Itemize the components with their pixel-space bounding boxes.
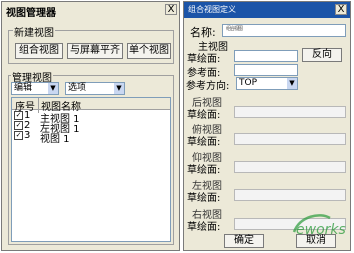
table-row[interactable]: ✓ 1 主视图 1	[12, 110, 170, 125]
new-view-group: 新建视图 组合视图 与屏幕平齐 单个视图	[8, 24, 174, 64]
close-button[interactable]: X	[165, 4, 177, 15]
options-combo-value: 选项	[68, 83, 87, 93]
close-button[interactable]: X	[335, 4, 347, 15]
view-manager-title: 视图管理器	[6, 8, 56, 19]
left-sketch-label: 草绘面:	[187, 193, 221, 204]
chevron-down-icon: ▼	[287, 78, 297, 89]
eworks-logo-icon: eworks	[292, 214, 346, 238]
name-input-value: 组合视图	[226, 26, 243, 32]
row-checkbox[interactable]: ✓	[14, 111, 23, 120]
row-number: 3	[24, 130, 31, 141]
row-checkbox[interactable]: ✓	[14, 131, 23, 140]
back-sketch-label: 草绘面:	[187, 110, 221, 121]
chevron-down-icon: ▼	[48, 83, 58, 94]
row-checkbox[interactable]: ✓	[14, 121, 23, 130]
view-manager-window: 视图管理器 X 新建视图 组合视图 与屏幕平齐 单个视图 管理视图 编辑 ▼ 选…	[1, 1, 180, 251]
table-row[interactable]: ✓ 3 视图 1	[12, 130, 170, 145]
right-sketch-label: 草绘面:	[187, 222, 221, 233]
name-input[interactable]: 组合视图	[222, 24, 346, 37]
combined-view-button[interactable]: 组合视图	[15, 43, 63, 59]
ref-direction-value: TOP	[239, 78, 258, 88]
combined-view-titlebar: 组合视图定义 X	[184, 2, 350, 18]
manage-view-group: 管理视图 编辑 ▼ 选项 ▼ 序号 视图名称 ✓ 1 主视图 1 ✓ 2 左视图…	[8, 69, 174, 245]
main-sketch-label: 草绘面:	[187, 54, 221, 65]
table-row[interactable]: ✓ 2 左视图 1	[12, 120, 170, 135]
views-table: 序号 视图名称 ✓ 1 主视图 1 ✓ 2 左视图 1 ✓ 3 视图 1	[11, 97, 171, 242]
row-name: 视图 1	[40, 134, 70, 145]
view-manager-titlebar: 视图管理器 X	[2, 2, 179, 19]
main-reference-input[interactable]	[234, 64, 298, 76]
single-view-button[interactable]: 单个视图	[127, 43, 171, 59]
ref-direction-combo[interactable]: TOP ▼	[236, 77, 298, 90]
main-sketch-input[interactable]	[234, 50, 298, 62]
ok-button[interactable]: 确定	[224, 234, 264, 248]
back-sketch-input[interactable]	[234, 106, 346, 118]
eworks-watermark: eworks	[290, 210, 350, 240]
edit-combo-value: 编辑	[14, 83, 33, 93]
top-sketch-input[interactable]	[234, 133, 346, 145]
ref-direction-label: 参考方向:	[186, 81, 230, 92]
top-sketch-label: 草绘面:	[187, 137, 221, 148]
align-screen-button[interactable]: 与屏幕平齐	[67, 43, 123, 59]
left-sketch-input[interactable]	[234, 189, 346, 201]
options-combo[interactable]: 选项 ▼	[65, 82, 125, 95]
chevron-down-icon: ▼	[114, 83, 124, 94]
combined-view-title: 组合视图定义	[188, 5, 236, 14]
table-header-row: 序号 视图名称	[12, 98, 170, 113]
edit-combo[interactable]: 编辑 ▼	[11, 82, 59, 95]
bottom-sketch-label: 草绘面:	[187, 165, 221, 176]
new-view-group-title: 新建视图	[13, 24, 55, 39]
reverse-button[interactable]: 反向	[302, 48, 342, 62]
watermark-text: eworks	[296, 222, 346, 238]
bottom-sketch-input[interactable]	[234, 161, 346, 173]
